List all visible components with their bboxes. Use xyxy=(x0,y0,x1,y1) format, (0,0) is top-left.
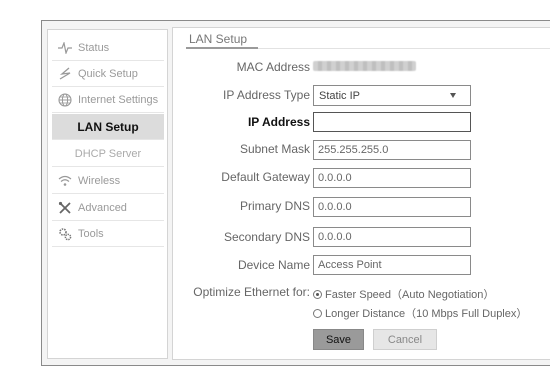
default-gateway-input[interactable] xyxy=(313,168,471,188)
bolt-icon xyxy=(58,67,72,81)
radio-faster-speed[interactable]: Faster Speed（Auto Negotiation） xyxy=(313,286,494,302)
pulse-icon xyxy=(58,41,72,55)
sidebar-item-tools[interactable]: Tools xyxy=(52,221,164,247)
radio-button[interactable] xyxy=(313,308,322,318)
wifi-icon xyxy=(58,174,72,188)
sidebar-item-label: LAN Setup xyxy=(77,119,139,134)
sidebar-item-label: Tools xyxy=(78,227,104,240)
tools-cross-icon xyxy=(58,201,72,215)
chevron-down-icon xyxy=(450,93,456,98)
ip-address-type-select[interactable]: Static IP xyxy=(313,85,471,106)
sidebar-item-label: Quick Setup xyxy=(78,67,138,80)
ip-address-type-label: IP Address Type xyxy=(223,88,310,102)
globe-icon xyxy=(58,92,72,107)
radio-button[interactable] xyxy=(313,289,322,299)
sidebar-item-label: DHCP Server xyxy=(74,147,142,160)
primary-dns-input[interactable] xyxy=(313,197,471,217)
optimize-ethernet-label: Optimize Ethernet for: xyxy=(193,285,310,299)
device-name-input[interactable] xyxy=(313,255,471,275)
sidebar-item-dhcp-server[interactable]: DHCP Server xyxy=(52,141,164,167)
radio-longer-distance[interactable]: Longer Distance（10 Mbps Full Duplex） xyxy=(313,305,527,321)
subnet-mask-label: Subnet Mask xyxy=(239,142,310,156)
save-button[interactable]: Save xyxy=(313,329,364,350)
subnet-mask-input[interactable] xyxy=(313,140,471,160)
sidebar-item-label: Internet Settings xyxy=(78,93,159,106)
sidebar-item-advanced[interactable]: Advanced xyxy=(52,195,164,221)
mac-address-value-redacted xyxy=(313,61,416,71)
sidebar-item-label: Advanced xyxy=(78,201,127,214)
sidebar-item-lan-setup[interactable]: LAN Setup xyxy=(52,114,164,140)
ip-address-type-value: Static IP xyxy=(319,89,360,102)
sidebar-item-label: Wireless xyxy=(78,174,121,187)
secondary-dns-label: Secondary DNS xyxy=(223,230,310,244)
primary-dns-label: Primary DNS xyxy=(239,199,310,213)
gears-icon xyxy=(58,227,72,241)
sidebar-item-wireless[interactable]: Wireless xyxy=(52,168,164,194)
tab-divider xyxy=(258,48,550,49)
sidebar-item-quick-setup[interactable]: Quick Setup xyxy=(52,61,164,87)
tab-lan-setup[interactable]: LAN Setup xyxy=(189,32,247,46)
sidebar-nav: Status Quick Setup Internet Settings LAN… xyxy=(47,29,168,359)
device-name-label: Device Name xyxy=(237,258,310,272)
default-gateway-label: Default Gateway xyxy=(221,170,310,184)
sidebar-item-status[interactable]: Status xyxy=(52,35,164,61)
radio-label: Longer Distance（10 Mbps Full Duplex） xyxy=(325,308,528,320)
tab-underline xyxy=(186,47,258,49)
ip-address-input[interactable] xyxy=(313,112,471,132)
cancel-button[interactable]: Cancel xyxy=(373,329,437,350)
sidebar-item-internet-settings[interactable]: Internet Settings xyxy=(52,87,164,113)
radio-label: Faster Speed（Auto Negotiation） xyxy=(325,289,495,301)
secondary-dns-input[interactable] xyxy=(313,227,471,247)
sidebar-item-label: Status xyxy=(78,41,110,54)
ip-address-label: IP Address xyxy=(247,115,310,129)
mac-address-label: MAC Address xyxy=(236,60,310,74)
